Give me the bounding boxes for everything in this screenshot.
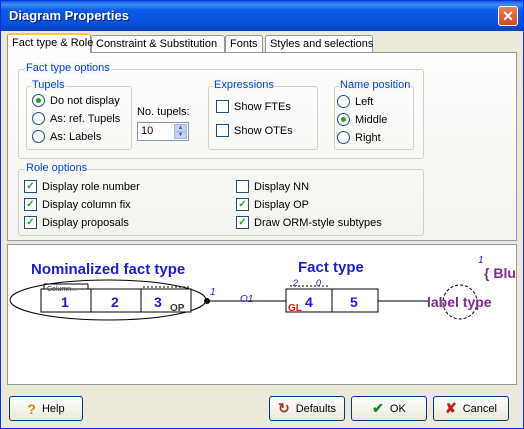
radio-right-label: Right (355, 131, 381, 144)
radio-right[interactable]: Right (337, 131, 381, 144)
tab-constraint-substitution[interactable]: Constraint & Substitution (91, 35, 225, 52)
op-label: OP (170, 303, 185, 314)
radio-do-not-display-label: Do not display (50, 94, 120, 107)
display-proposals-label: Display proposals (42, 216, 129, 229)
no-tupels-stepper[interactable]: 10 ▲ ▼ (137, 122, 189, 141)
radio-dot (337, 131, 350, 144)
cancel-button[interactable]: ✘ Cancel (433, 396, 509, 421)
display-column-fix-label: Display column fix (42, 198, 131, 211)
diagram-preview: Nominalized fact type Column... 1 2 3 OP… (7, 244, 517, 385)
ok-button[interactable]: ✔ OK (351, 396, 427, 421)
check-show-otes[interactable]: Show OTEs (216, 124, 293, 137)
role-small-number-0: 0 (316, 278, 321, 288)
window-title: Diagram Properties (9, 8, 129, 23)
radio-dot (32, 130, 45, 143)
check-display-op[interactable]: ✓ Display OP (236, 198, 309, 211)
fact-type-options-label: Fact type options (25, 62, 111, 74)
gl-label: GL (288, 303, 302, 314)
checkmark-icon: ✔ (372, 400, 384, 416)
radio-middle[interactable]: Middle (337, 113, 387, 126)
cancel-button-label: Cancel (462, 402, 497, 415)
show-otes-label: Show OTEs (234, 124, 293, 137)
nominalized-role-1: 1 (61, 294, 69, 310)
tupels-label: Tupels (31, 79, 66, 91)
defaults-button-label: Defaults (295, 402, 337, 415)
checkbox-box (236, 180, 249, 193)
radio-as-ref-tupels-label: As: ref. Tupels (50, 112, 121, 125)
radio-as-labels-label: As: Labels (50, 130, 102, 143)
diagram-properties-dialog: Diagram Properties ✕ Fact type & Role Co… (0, 0, 524, 429)
corner-number: 1 (478, 255, 484, 266)
radio-left[interactable]: Left (337, 95, 373, 108)
ok-button-label: OK (389, 402, 406, 415)
draw-orm-subtypes-label: Draw ORM-style subtypes (254, 216, 382, 229)
role-options-label: Role options (25, 162, 89, 174)
fact-type-role-5: 5 (350, 294, 358, 310)
radio-dot (337, 113, 350, 126)
role-number-label: 1 (210, 287, 216, 298)
close-icon: ✕ (502, 8, 514, 24)
cancel-icon: ✘ (445, 400, 457, 416)
blu-text: { Blu (484, 265, 516, 281)
nominalized-role-2: 2 (111, 294, 119, 310)
close-button[interactable]: ✕ (498, 6, 518, 26)
help-icon: ? (27, 400, 36, 417)
radio-do-not-display[interactable]: Do not display (32, 94, 120, 107)
check-show-ftes[interactable]: Show FTEs (216, 100, 291, 113)
display-role-number-label: Display role number (42, 180, 140, 193)
check-draw-orm-subtypes[interactable]: ✓ Draw ORM-style subtypes (236, 216, 382, 229)
radio-dot (32, 94, 45, 107)
checkbox-box: ✓ (236, 216, 249, 229)
tab-fonts[interactable]: Fonts (225, 35, 263, 52)
spin-down-icon[interactable]: ▼ (174, 131, 187, 139)
title-bar: Diagram Properties ✕ (1, 1, 523, 31)
tab-panel: Fact type options Tupels Do not display … (7, 52, 517, 241)
tab-fact-type-role[interactable]: Fact type & Role (7, 33, 93, 53)
checkbox-box: ✓ (24, 216, 37, 229)
radio-as-labels[interactable]: As: Labels (32, 130, 101, 143)
radio-as-ref-tupels[interactable]: As: ref. Tupels (32, 112, 120, 125)
label-type-text: label type (427, 294, 492, 310)
display-nn-label: Display NN (254, 180, 310, 193)
checkbox-box: ✓ (24, 180, 37, 193)
check-display-role-number[interactable]: ✓ Display role number (24, 180, 140, 193)
refresh-icon: ↻ (277, 400, 290, 416)
show-ftes-label: Show FTEs (234, 100, 291, 113)
expressions-group: Expressions (208, 79, 318, 150)
name-position-label: Name position (339, 79, 412, 91)
role-small-number-2: 2 (292, 278, 298, 288)
radio-dot (337, 95, 350, 108)
checkbox-box (216, 100, 229, 113)
check-display-proposals[interactable]: ✓ Display proposals (24, 216, 129, 229)
no-tupels-label: No. tupels: (137, 106, 190, 118)
check-display-nn[interactable]: Display NN (236, 180, 309, 193)
check-display-column-fix[interactable]: ✓ Display column fix (24, 198, 131, 211)
fact-type-role-4: 4 (305, 294, 313, 310)
diagram-canvas: Nominalized fact type Column... 1 2 3 OP… (9, 255, 516, 321)
tab-styles-selections[interactable]: Styles and selections (265, 35, 373, 52)
checkbox-box: ✓ (236, 198, 249, 211)
radio-left-label: Left (355, 95, 374, 108)
defaults-button[interactable]: ↻ Defaults (269, 396, 345, 421)
no-tupels-value: 10 (141, 125, 154, 137)
nominalized-role-3: 3 (154, 294, 162, 310)
nominalized-fact-type-title: Nominalized fact type (31, 261, 185, 278)
fact-type-title: Fact type (298, 259, 364, 276)
help-button[interactable]: ? Help (9, 396, 83, 421)
checkbox-box: ✓ (24, 198, 37, 211)
help-button-label: Help (41, 402, 65, 415)
o1-label: O1 (240, 294, 253, 305)
display-op-label: Display OP (254, 198, 310, 211)
checkbox-box (216, 124, 229, 137)
radio-dot (32, 112, 45, 125)
radio-middle-label: Middle (355, 113, 388, 126)
expressions-label: Expressions (213, 79, 275, 91)
column-fix-label: Column... (47, 286, 77, 293)
